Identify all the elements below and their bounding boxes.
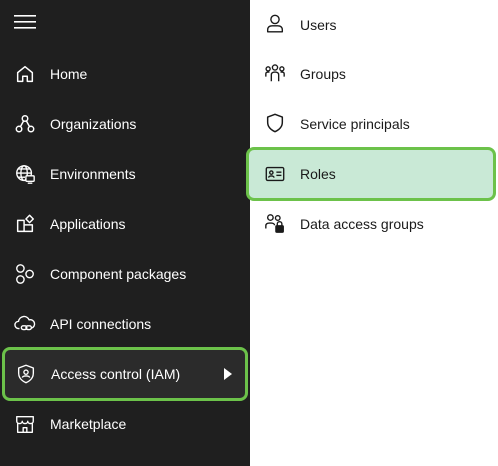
nav-label-api-connections: API connections xyxy=(50,316,152,332)
people-lock-icon xyxy=(263,211,287,235)
nav-item-applications[interactable]: Applications xyxy=(0,199,250,249)
store-icon xyxy=(13,412,37,436)
people-group-icon xyxy=(263,61,287,85)
organizations-icon xyxy=(13,112,37,136)
submenu-item-users[interactable]: Users xyxy=(250,0,498,50)
nav-item-environments[interactable]: Environments xyxy=(0,149,250,199)
nav-label-access-control: Access control (IAM) xyxy=(51,366,181,382)
nav-label-environments: Environments xyxy=(50,166,136,182)
nav-label-applications: Applications xyxy=(50,216,126,232)
globe-icon xyxy=(13,162,37,186)
submenu-item-groups[interactable]: Groups xyxy=(250,49,498,99)
shield-person-icon xyxy=(14,362,38,386)
home-icon xyxy=(13,62,37,86)
submenu-label-roles: Roles xyxy=(300,166,336,182)
caret-right-icon xyxy=(223,367,233,380)
submenu-item-data-access-groups[interactable]: Data access groups xyxy=(250,199,498,249)
nav-item-api-connections[interactable]: API connections xyxy=(0,299,250,349)
cloud-link-icon xyxy=(13,312,37,336)
hamburger-icon[interactable] xyxy=(14,12,36,32)
submenu-label-data-access-groups: Data access groups xyxy=(300,216,424,232)
id-card-icon xyxy=(263,162,287,186)
submenu-label-users: Users xyxy=(300,17,337,33)
applications-icon xyxy=(13,212,37,236)
nav-label-home: Home xyxy=(50,66,88,82)
nav-item-access-control[interactable]: Access control (IAM) xyxy=(2,347,248,401)
submenu-label-groups: Groups xyxy=(300,66,346,82)
shield-icon xyxy=(263,111,287,135)
nav-item-component-packages[interactable]: Component packages xyxy=(0,249,250,299)
nav-item-home[interactable]: Home xyxy=(0,49,250,99)
submenu-label-service-principals: Service principals xyxy=(300,116,410,132)
submenu-item-service-principals[interactable]: Service principals xyxy=(250,99,498,149)
person-icon xyxy=(263,12,287,36)
nav-label-component-packages: Component packages xyxy=(50,266,187,282)
nav-label-marketplace: Marketplace xyxy=(50,416,127,432)
left-sidebar: Home Organizations Environments Applicat… xyxy=(0,0,250,466)
submenu-item-roles[interactable]: Roles xyxy=(246,147,496,201)
nav-item-organizations[interactable]: Organizations xyxy=(0,99,250,149)
component-packages-icon xyxy=(13,262,37,286)
submenu-panel: Users Groups Service principals Roles Da… xyxy=(246,0,498,466)
nav-label-organizations: Organizations xyxy=(50,116,137,132)
nav-item-marketplace[interactable]: Marketplace xyxy=(0,399,250,449)
